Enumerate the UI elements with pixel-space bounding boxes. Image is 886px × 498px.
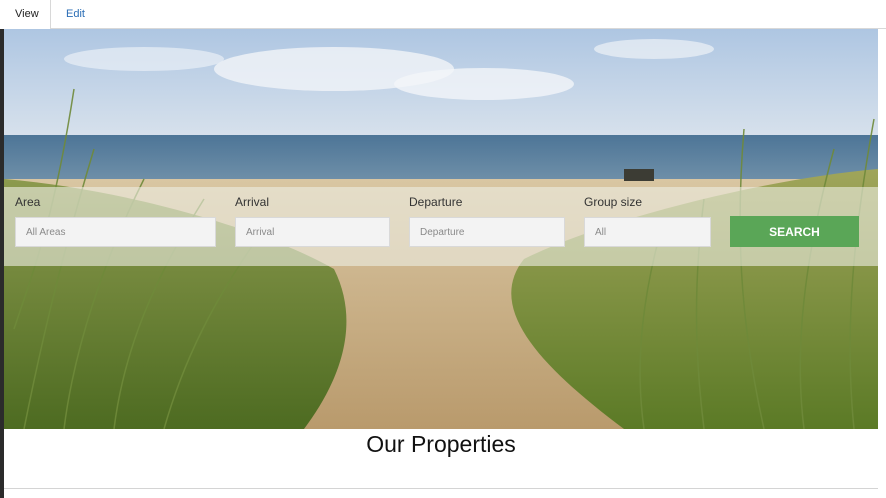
- group-size-label: Group size: [584, 195, 643, 209]
- tab-bar: View Edit: [0, 0, 886, 30]
- area-label: Area: [15, 195, 41, 209]
- tab-edit[interactable]: Edit: [51, 0, 100, 29]
- tab-view[interactable]: View: [0, 0, 51, 30]
- page-frame-right: [878, 29, 886, 498]
- section-title: Our Properties: [366, 431, 516, 457]
- departure-date-input[interactable]: [409, 217, 565, 247]
- arrival-date-input[interactable]: [235, 217, 390, 247]
- arrival-label: Arrival: [235, 195, 270, 209]
- group-size-select[interactable]: [584, 217, 711, 247]
- divider: [4, 488, 878, 489]
- search-button[interactable]: SEARCH: [730, 216, 859, 247]
- departure-label: Departure: [409, 195, 463, 209]
- area-select[interactable]: [15, 217, 216, 247]
